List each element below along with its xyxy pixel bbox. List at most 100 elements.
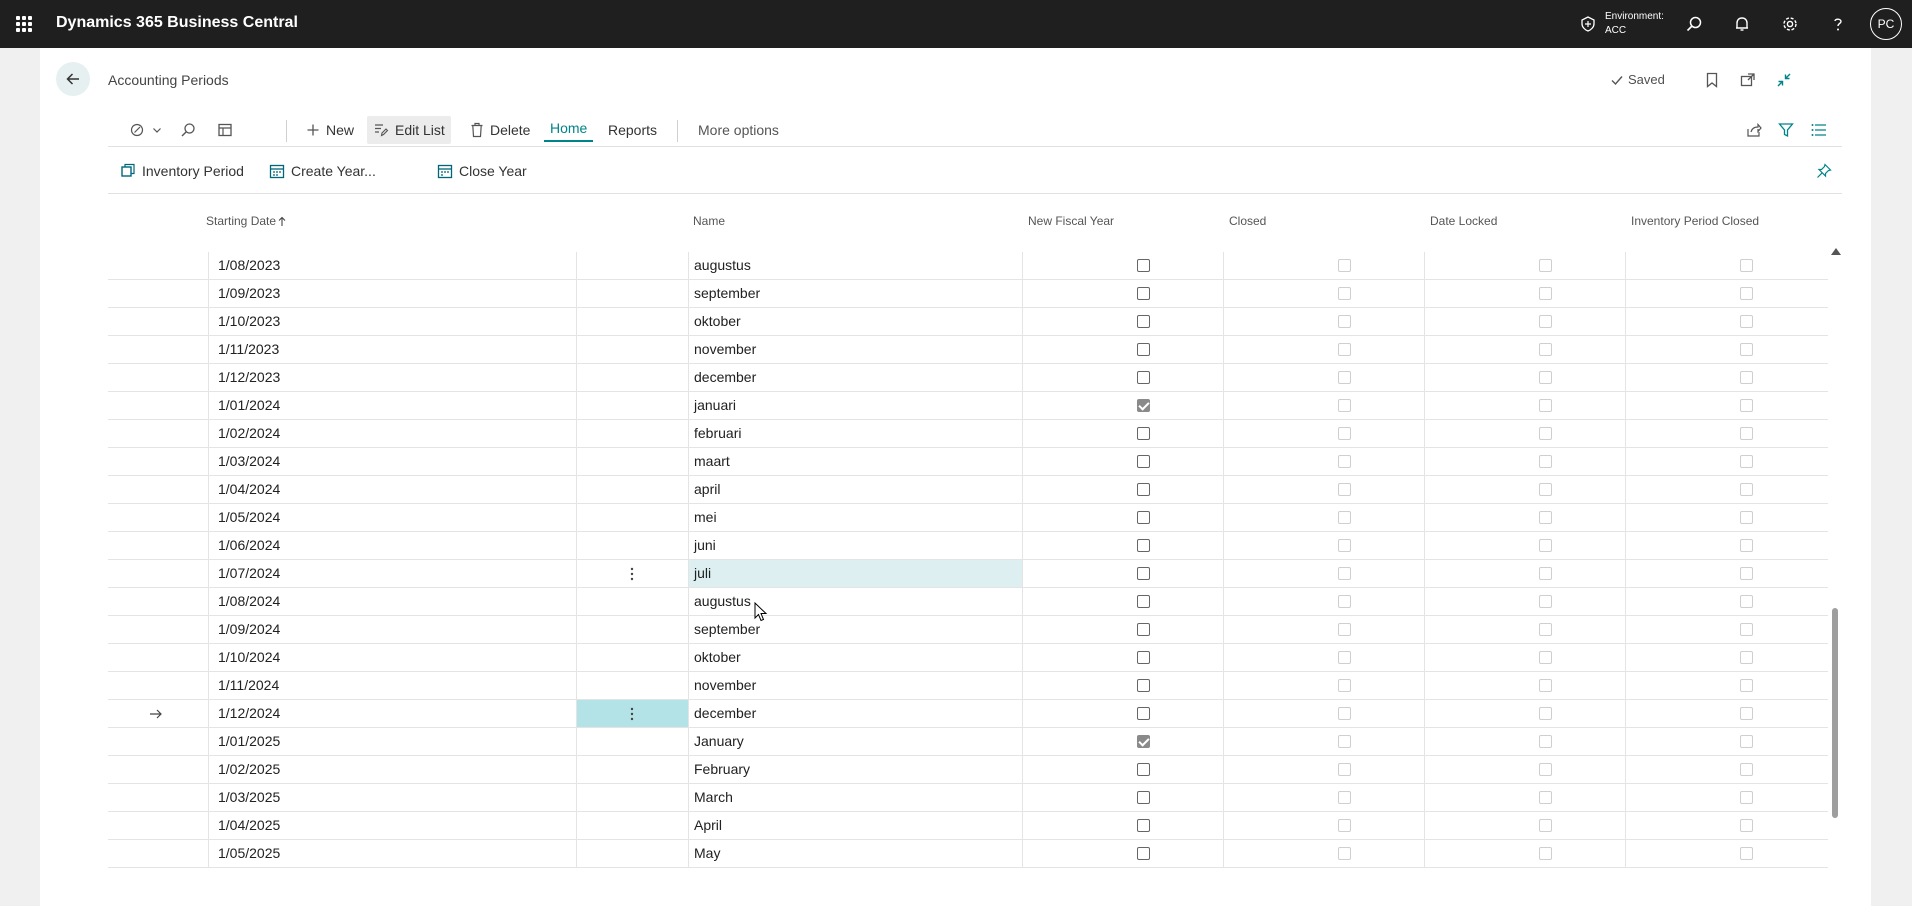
table-row[interactable]: 1/11/2023 november [108,336,1828,364]
table-row[interactable]: 1/12/2023 december [108,364,1828,392]
starting-date-cell[interactable]: 1/08/2024 [218,588,280,615]
new-fiscal-year-checkbox[interactable] [1137,287,1150,300]
search-icon[interactable] [1682,12,1706,36]
app-title[interactable]: Dynamics 365 Business Central [56,14,298,32]
starting-date-cell[interactable]: 1/10/2024 [218,644,280,671]
starting-date-cell[interactable]: 1/04/2024 [218,476,280,503]
new-fiscal-year-checkbox[interactable] [1137,623,1150,636]
new-fiscal-year-checkbox[interactable] [1137,511,1150,524]
table-row[interactable]: 1/05/2024 mei [108,504,1828,532]
name-cell[interactable]: augustus [694,252,751,279]
scroll-up-arrow-icon[interactable] [1831,248,1841,255]
more-options-button[interactable]: More options [692,116,785,144]
starting-date-cell[interactable]: 1/04/2025 [218,812,280,839]
row-actions-menu-icon[interactable] [626,560,638,587]
table-row[interactable]: 1/10/2024 oktober [108,644,1828,672]
new-fiscal-year-checkbox[interactable] [1137,455,1150,468]
bookmark-icon[interactable] [1702,70,1722,90]
new-fiscal-year-checkbox[interactable] [1137,679,1150,692]
new-fiscal-year-checkbox[interactable] [1137,763,1150,776]
column-header-starting-date[interactable]: Starting Date [206,214,286,228]
name-cell[interactable]: november [694,336,756,363]
environment-indicator[interactable]: Environment: ACC [1579,10,1679,40]
pin-action-bar-button[interactable] [1816,160,1832,182]
analyze-dropdown[interactable] [124,116,168,144]
new-fiscal-year-checkbox[interactable] [1137,707,1150,720]
new-fiscal-year-checkbox[interactable] [1137,343,1150,356]
create-year-button[interactable]: Create Year... [269,160,376,182]
starting-date-cell[interactable]: 1/08/2023 [218,252,280,279]
name-cell[interactable]: maart [694,448,730,475]
starting-date-cell[interactable]: 1/10/2023 [218,308,280,335]
edit-list-button[interactable]: Edit List [367,116,451,144]
list-view-button[interactable] [211,116,239,144]
starting-date-cell[interactable]: 1/09/2024 [218,616,280,643]
starting-date-cell[interactable]: 1/03/2024 [218,448,280,475]
name-cell[interactable]: oktober [694,644,741,671]
name-cell[interactable]: juli [694,560,711,587]
column-header-new-fiscal-year[interactable]: New Fiscal Year [1028,214,1114,228]
filter-button[interactable] [1772,116,1800,144]
new-fiscal-year-checkbox[interactable] [1137,651,1150,664]
starting-date-cell[interactable]: 1/06/2024 [218,532,280,559]
name-cell[interactable]: January [694,728,744,755]
grid-scrollbar[interactable] [1828,244,1842,906]
column-header-date-locked[interactable]: Date Locked [1430,214,1497,228]
name-cell[interactable]: december [694,364,756,391]
collapse-icon[interactable] [1774,70,1794,90]
new-fiscal-year-checkbox[interactable] [1137,819,1150,832]
delete-button[interactable]: Delete [464,116,536,144]
name-cell[interactable]: december [694,700,756,727]
name-cell[interactable]: september [694,280,760,307]
user-avatar[interactable]: PC [1870,8,1902,40]
starting-date-cell[interactable]: 1/11/2023 [218,336,279,363]
new-fiscal-year-checkbox[interactable] [1137,427,1150,440]
starting-date-cell[interactable]: 1/01/2024 [218,392,280,419]
table-row[interactable]: 1/07/2024 juli [108,560,1828,588]
new-fiscal-year-checkbox[interactable] [1137,399,1150,412]
tab-reports[interactable]: Reports [602,116,663,144]
new-fiscal-year-checkbox[interactable] [1137,791,1150,804]
starting-date-cell[interactable]: 1/02/2024 [218,420,280,447]
starting-date-cell[interactable]: 1/02/2025 [218,756,280,783]
starting-date-cell[interactable]: 1/01/2025 [218,728,280,755]
table-row[interactable]: 1/03/2025 March [108,784,1828,812]
starting-date-cell[interactable]: 1/11/2024 [218,672,279,699]
name-cell[interactable]: augustus [694,588,751,615]
table-row[interactable]: 1/09/2024 september [108,616,1828,644]
inventory-period-button[interactable]: Inventory Period [120,160,244,182]
settings-gear-icon[interactable] [1778,12,1802,36]
new-fiscal-year-checkbox[interactable] [1137,371,1150,384]
help-icon[interactable] [1826,12,1850,36]
new-fiscal-year-checkbox[interactable] [1137,483,1150,496]
search-list-button[interactable] [174,116,202,144]
name-cell[interactable]: oktober [694,308,741,335]
new-fiscal-year-checkbox[interactable] [1137,259,1150,272]
starting-date-cell[interactable]: 1/05/2024 [218,504,280,531]
table-row[interactable]: 1/01/2025 January [108,728,1828,756]
name-cell[interactable]: April [694,812,722,839]
column-header-name[interactable]: Name [693,214,725,228]
tab-home[interactable]: Home [544,116,594,142]
table-row[interactable]: 1/12/2024 december [108,700,1828,728]
table-row[interactable]: 1/05/2025 May [108,840,1828,868]
name-cell[interactable]: May [694,840,720,867]
name-cell[interactable]: april [694,476,720,503]
new-fiscal-year-checkbox[interactable] [1137,567,1150,580]
starting-date-cell[interactable]: 1/12/2024 [218,700,280,727]
app-launcher-icon[interactable] [16,16,32,32]
back-button[interactable] [56,62,90,96]
new-fiscal-year-checkbox[interactable] [1137,847,1150,860]
table-row[interactable]: 1/10/2023 oktober [108,308,1828,336]
table-row[interactable]: 1/08/2024 augustus [108,588,1828,616]
table-row[interactable]: 1/06/2024 juni [108,532,1828,560]
name-cell[interactable]: March [694,784,733,811]
new-fiscal-year-checkbox[interactable] [1137,595,1150,608]
starting-date-cell[interactable]: 1/05/2025 [218,840,280,867]
table-row[interactable]: 1/04/2025 April [108,812,1828,840]
name-cell[interactable]: mei [694,504,717,531]
scroll-thumb[interactable] [1832,608,1838,818]
table-row[interactable]: 1/01/2024 januari [108,392,1828,420]
starting-date-cell[interactable]: 1/09/2023 [218,280,280,307]
new-fiscal-year-checkbox[interactable] [1137,539,1150,552]
